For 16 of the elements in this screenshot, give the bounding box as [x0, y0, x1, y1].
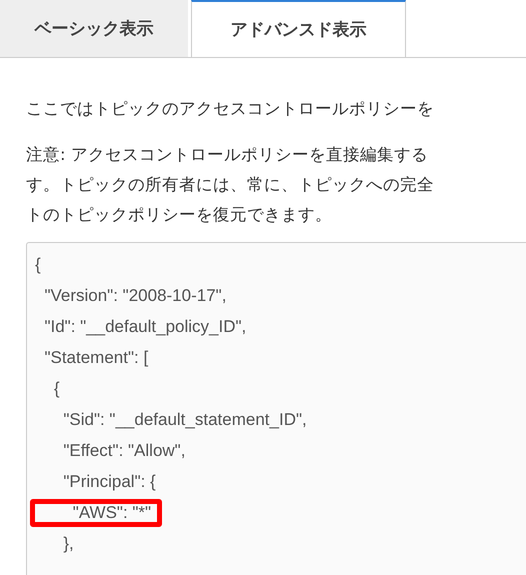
code-line: }, [62, 534, 74, 554]
note-text-line: 注意: アクセスコントロールポリシーを直接編集する [26, 144, 429, 166]
policy-editor[interactable]: { "Version": "2008-10-17", "Id": "__default_policy_ID", "Statement": [ { "Sid": "__default_statement_ID", "Effect": "Allow", "Principal": { "AWS": "*" }, [26, 242, 526, 575]
code-line: { [35, 254, 41, 274]
code-line: "Version": "2008-10-17", [43, 286, 226, 306]
code-line: "Id": "__default_policy_ID", [43, 316, 246, 336]
view-tab[interactable]: アドバンスド表示 [191, 0, 406, 58]
code-line: "Principal": { [62, 472, 156, 492]
code-line: { [52, 378, 60, 398]
code-line: "Sid": "__default_statement_ID", [62, 410, 307, 430]
note-text-line: トのトピックポリシーを復元できます。 [26, 204, 333, 226]
description-text: ここではトピックのアクセスコントロールポリシーを [26, 98, 435, 120]
view-tab[interactable]: ベーシック表示 [0, 0, 188, 57]
code-line: "Statement": [ [43, 348, 148, 368]
code-line: "Effect": "Allow", [62, 440, 186, 460]
note-text-line: す。トピックの所有者には、常に、トピックへの完全 [26, 174, 435, 196]
